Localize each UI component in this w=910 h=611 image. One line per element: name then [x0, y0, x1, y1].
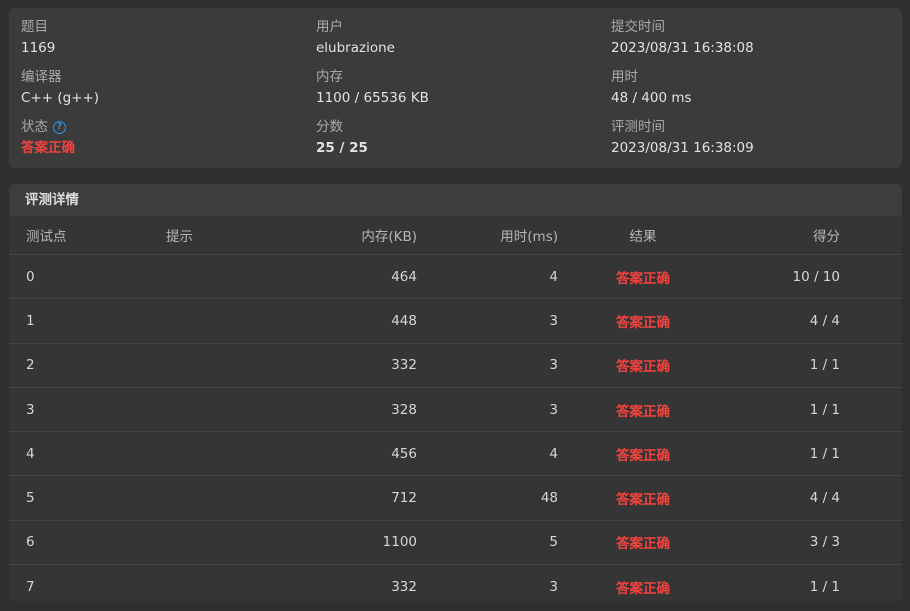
time-used-value: 48 / 400 ms [611, 90, 692, 106]
status-value: 答案正确 [21, 140, 75, 156]
problem-value[interactable]: 1169 [21, 39, 301, 57]
judge-details-card: 评测详情 测试点 提示 内存(KB) 用时(ms) 结果 得分 0 464 4 答案正… [9, 184, 902, 601]
time-used-label: 用时 [611, 69, 638, 85]
test-case-result: 答案正确 [616, 314, 670, 331]
test-case-memory: 1100 [382, 534, 417, 551]
column-header-time: 用时(ms) [500, 229, 558, 245]
table-row: 1 448 3 答案正确 4 / 4 [9, 299, 902, 344]
column-header-memory: 内存(KB) [361, 229, 417, 245]
table-row: 4 456 4 答案正确 1 / 1 [9, 432, 902, 477]
test-case-memory: 456 [391, 445, 417, 462]
time-used-field: 用时 48 / 400 ms [611, 68, 891, 107]
test-case-score: 1 / 1 [809, 445, 840, 462]
test-case-id: 6 [26, 534, 35, 551]
column-header-result: 结果 [629, 229, 657, 245]
test-case-memory: 712 [391, 490, 417, 507]
judge-time-label: 评测时间 [611, 119, 665, 135]
test-case-result: 答案正确 [616, 492, 670, 509]
test-case-id: 5 [26, 490, 35, 507]
table-header: 测试点 提示 内存(KB) 用时(ms) 结果 得分 [9, 216, 902, 255]
judge-time-value: 2023/08/31 16:38:09 [611, 140, 754, 156]
test-case-time: 3 [549, 312, 558, 329]
user-value[interactable]: elubrazione [316, 39, 596, 57]
test-case-memory: 448 [391, 312, 417, 329]
memory-value: 1100 / 65536 KB [316, 90, 429, 106]
test-case-score: 1 / 1 [809, 578, 840, 595]
test-case-result: 答案正确 [616, 536, 670, 553]
problem-field: 题目 1169 [21, 18, 301, 57]
test-case-id: 1 [26, 312, 35, 329]
test-case-time: 3 [549, 578, 558, 595]
column-header-test-case: 测试点 [26, 229, 67, 245]
question-circle-icon[interactable]: ? [53, 120, 66, 134]
test-case-memory: 464 [391, 268, 417, 285]
score-value: 25 / 25 [316, 140, 368, 156]
test-case-time: 3 [549, 401, 558, 418]
test-case-id: 7 [26, 578, 35, 595]
submit-time-field: 提交时间 2023/08/31 16:38:08 [611, 18, 891, 57]
compiler-value: C++ (g++) [21, 90, 100, 106]
status-field: 状态 ? 答案正确 [21, 118, 301, 157]
test-case-score: 1 / 1 [809, 357, 840, 374]
user-label: 用户 [316, 19, 343, 35]
table-body: 0 464 4 答案正确 10 / 10 1 448 3 答案正确 4 / 4 2 332 3 答案正确 1… [9, 255, 902, 601]
status-label: 状态 [21, 119, 48, 135]
test-case-id: 3 [26, 401, 35, 418]
compiler-field: 编译器 C++ (g++) [21, 68, 301, 107]
test-case-result: 答案正确 [616, 403, 670, 420]
table-row: 3 328 3 答案正确 1 / 1 [9, 388, 902, 433]
table-row: 6 1100 5 答案正确 3 / 3 [9, 521, 902, 566]
test-case-memory: 332 [391, 357, 417, 374]
submission-info-card: 题目 1169 用户 elubrazione 提交时间 2023/08/31 1… [9, 8, 902, 168]
memory-label: 内存 [316, 69, 343, 85]
test-case-score: 3 / 3 [809, 534, 840, 551]
table-row: 2 332 3 答案正确 1 / 1 [9, 344, 902, 388]
score-label: 分数 [316, 119, 343, 135]
column-header-score: 得分 [813, 229, 840, 245]
test-case-id: 4 [26, 445, 35, 462]
test-case-score: 1 / 1 [809, 401, 840, 418]
test-case-time: 5 [549, 534, 558, 551]
test-case-score: 4 / 4 [809, 490, 840, 507]
compiler-label: 编译器 [21, 69, 62, 85]
judge-details-title: 评测详情 [9, 184, 902, 216]
column-header-hint: 提示 [166, 229, 193, 245]
test-case-score: 4 / 4 [809, 312, 840, 329]
submit-time-label: 提交时间 [611, 19, 665, 35]
score-field: 分数 25 / 25 [316, 118, 596, 157]
table-row: 7 332 3 答案正确 1 / 1 [9, 565, 902, 601]
table-row: 0 464 4 答案正确 10 / 10 [9, 255, 902, 300]
test-case-result: 答案正确 [616, 580, 670, 597]
test-case-id: 0 [26, 268, 35, 285]
test-case-time: 3 [549, 357, 558, 374]
test-case-memory: 332 [391, 578, 417, 595]
judge-time-field: 评测时间 2023/08/31 16:38:09 [611, 118, 891, 157]
test-case-time: 4 [549, 268, 558, 285]
test-case-time: 48 [540, 490, 558, 507]
user-field: 用户 elubrazione [316, 18, 596, 57]
problem-label: 题目 [21, 19, 48, 35]
test-case-id: 2 [26, 357, 35, 374]
submit-time-value: 2023/08/31 16:38:08 [611, 40, 754, 56]
test-case-memory: 328 [391, 401, 417, 418]
test-case-time: 4 [549, 445, 558, 462]
test-case-result: 答案正确 [616, 447, 670, 464]
test-case-result: 答案正确 [616, 359, 670, 376]
test-case-result: 答案正确 [616, 270, 670, 287]
memory-field: 内存 1100 / 65536 KB [316, 68, 596, 107]
test-case-score: 10 / 10 [792, 268, 841, 285]
table-row: 5 712 48 答案正确 4 / 4 [9, 476, 902, 521]
